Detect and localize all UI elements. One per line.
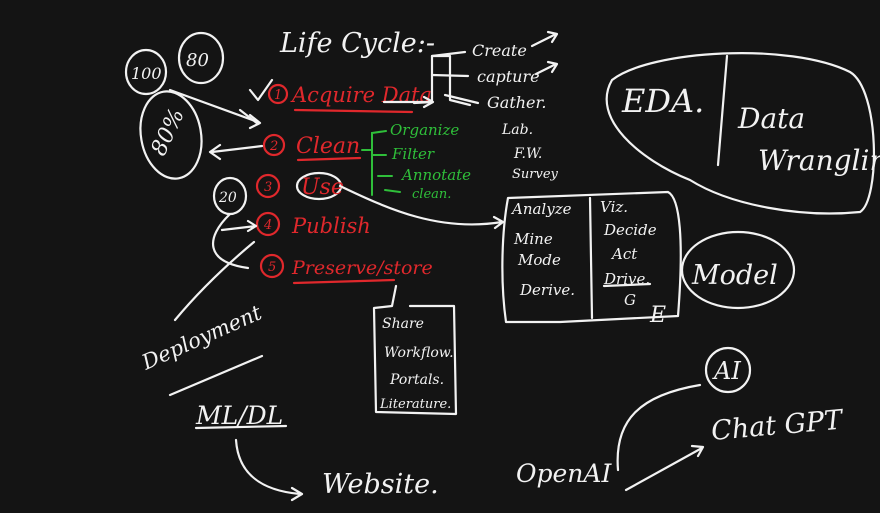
arrow-publish (220, 219, 258, 233)
openai-label: OpenAI (516, 459, 612, 488)
use-right-decide: Decide (603, 221, 657, 239)
clean-branch-annotate: Annotate (400, 166, 471, 184)
preserve-share: Share (382, 316, 424, 332)
use-left-mode: Mode (517, 251, 561, 269)
clean-branch-filter: Filter (391, 145, 435, 163)
title: Life Cycle:- (279, 28, 435, 59)
curve-20-to-publish (211, 212, 250, 270)
step-1: 1 Acquire Data (267, 83, 432, 114)
step-5-underline (292, 278, 396, 285)
use-left-mine: Mine (513, 230, 553, 248)
diagram-canvas: Life Cycle:- 100 80 80% 20 1 Acquire Dat… (124, 28, 880, 502)
use-right-act: Act (610, 245, 638, 263)
step-3-num: 3 (264, 180, 272, 195)
eda-divider (716, 54, 729, 167)
gather-source-fw: F.W. (513, 146, 542, 162)
use-mark-e: E (649, 303, 666, 328)
badge-80pct: 80% (147, 105, 190, 160)
step-4-label: Publish (291, 214, 371, 238)
arrow-openai-to-ai (616, 383, 702, 472)
model-label: Model (691, 260, 778, 291)
step-4-num: 4 (263, 218, 272, 233)
step-3-label: Use (301, 175, 344, 200)
badge-80: 80 (186, 50, 209, 71)
arrow-clean-left (208, 143, 264, 161)
preserve-portals: Portals. (389, 372, 444, 388)
step-4: 4 Publish (255, 211, 371, 238)
wrangling-data: Data (737, 102, 805, 135)
step-5: 5 Preserve/store (259, 253, 433, 285)
step-3: 3 Use (255, 171, 344, 201)
preserve-workflow: Workflow. (384, 345, 454, 361)
arrow-openai-to-chatgpt (624, 444, 705, 492)
preserve-literature: Literature. (379, 397, 451, 412)
step-2-num: 2 (269, 139, 278, 154)
step-1-underline (293, 108, 414, 114)
use-mark-g: G (624, 291, 636, 309)
use-right-viz: Viz. (600, 198, 628, 216)
clean-branch-clean: clean. (412, 187, 451, 202)
clean-bracket (361, 130, 401, 196)
eda-label: EDA. (621, 82, 704, 120)
step-5-label: Preserve/store (291, 257, 433, 279)
step-2: 2 Clean (262, 133, 362, 162)
clean-branch-organize: Organize (390, 121, 459, 139)
use-box-divider (588, 196, 594, 320)
badge-100: 100 (131, 64, 162, 83)
chatgpt-label: Chat GPT (710, 404, 846, 447)
whiteboard: Life Cycle:- 100 80 80% 20 1 Acquire Dat… (0, 0, 880, 513)
ai-label: AI (712, 357, 741, 385)
use-left-derive: Derive. (519, 281, 575, 299)
acquire-branch-capture: capture (477, 67, 540, 86)
wrangling-word: Wrangling (758, 144, 880, 177)
gather-source-lab: Lab. (501, 122, 533, 138)
step-1-label: Acquire Data (290, 83, 432, 107)
acquire-branch-gather: Gather. (487, 93, 547, 112)
badge-20: 20 (218, 190, 237, 206)
deployment-underline (168, 354, 264, 397)
step-5-num: 5 (268, 260, 276, 275)
step-2-label: Clean (296, 134, 360, 159)
website-label: Website. (322, 469, 439, 500)
use-left-analyze: Analyze (510, 200, 572, 218)
step-1-num: 1 (274, 88, 282, 103)
arrow-to-website (234, 438, 304, 502)
gather-source-survey: Survey (512, 167, 559, 182)
acquire-branch-create: Create (472, 41, 527, 60)
